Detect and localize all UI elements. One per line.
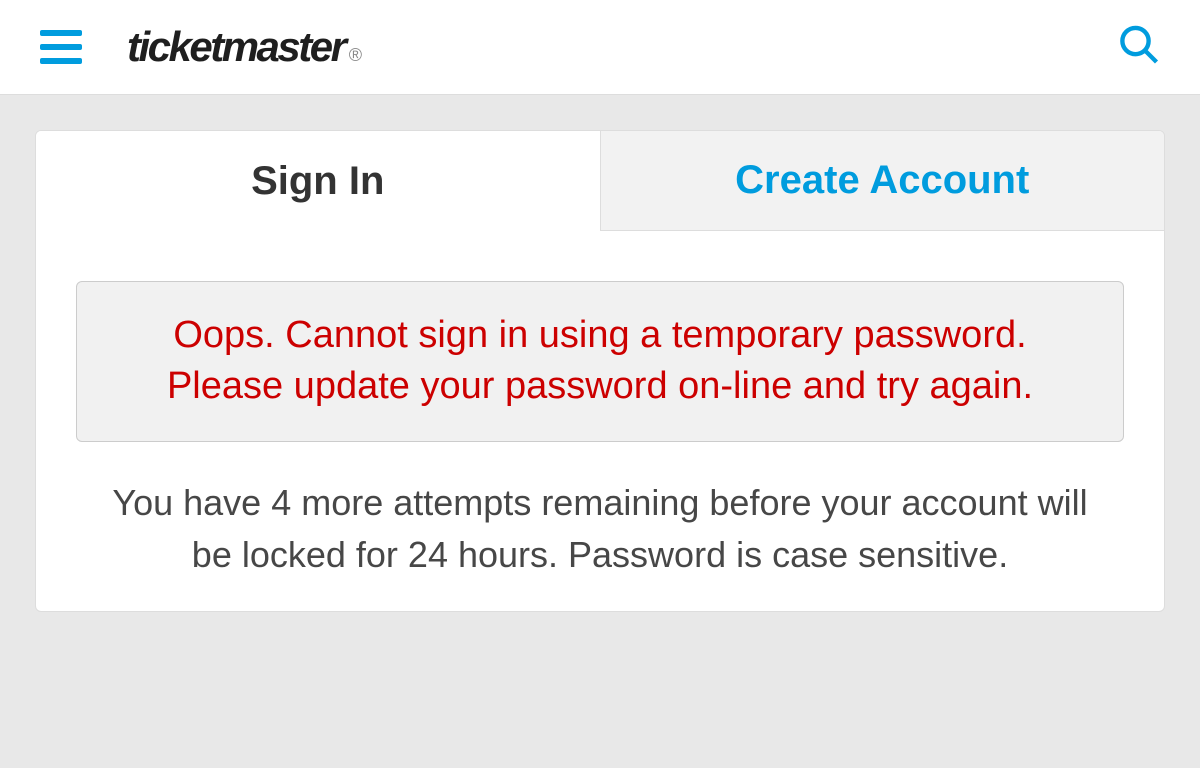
tab-sign-in[interactable]: Sign In bbox=[36, 131, 600, 231]
brand-name: ticketmaster bbox=[127, 23, 344, 71]
app-header: ticketmaster ® bbox=[0, 0, 1200, 95]
registered-mark: ® bbox=[348, 45, 361, 66]
error-message-box: Oops. Cannot sign in using a temporary p… bbox=[76, 281, 1124, 442]
hamburger-menu-icon[interactable] bbox=[40, 30, 82, 64]
card-body: Oops. Cannot sign in using a temporary p… bbox=[36, 231, 1164, 611]
tab-create-account-label: Create Account bbox=[735, 158, 1029, 203]
error-text: Oops. Cannot sign in using a temporary p… bbox=[167, 314, 1033, 407]
attempts-remaining-text: You have 4 more attempts remaining befor… bbox=[76, 477, 1124, 581]
auth-card: Sign In Create Account Oops. Cannot sign… bbox=[35, 130, 1165, 612]
tab-create-account[interactable]: Create Account bbox=[600, 131, 1165, 231]
search-icon[interactable] bbox=[1118, 24, 1160, 71]
brand-logo[interactable]: ticketmaster ® bbox=[127, 23, 362, 71]
main-content: Sign In Create Account Oops. Cannot sign… bbox=[0, 95, 1200, 612]
auth-tabs: Sign In Create Account bbox=[36, 131, 1164, 231]
tab-sign-in-label: Sign In bbox=[251, 159, 384, 204]
